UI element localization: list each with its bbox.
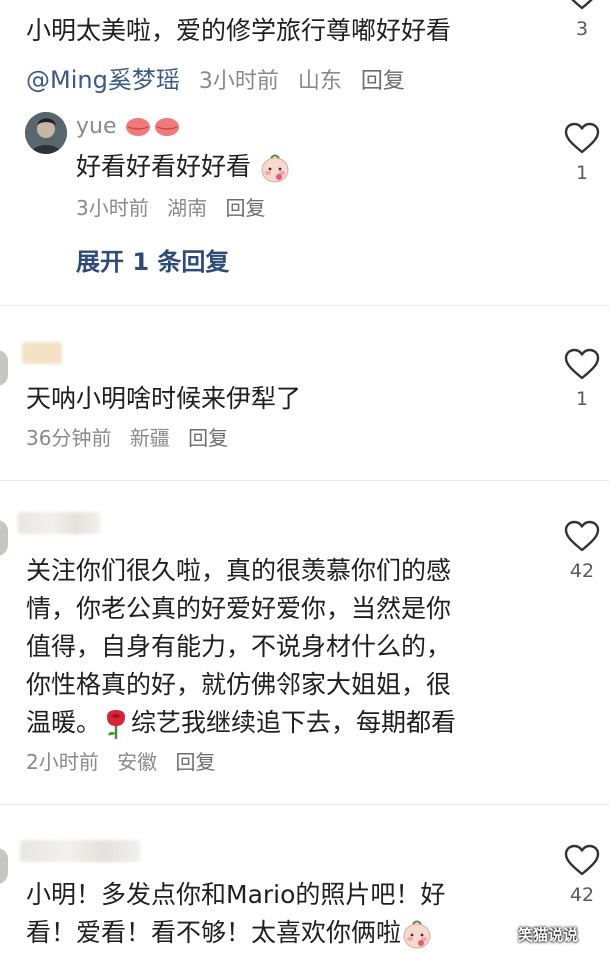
comment-meta: @Ming奚梦瑶 3小时前 山东 回复 — [26, 60, 417, 95]
avatar[interactable] — [25, 112, 67, 154]
like-count: 42 — [569, 560, 595, 582]
rose-emoji-icon — [107, 710, 126, 739]
comment-meta: 36分钟前 新疆 回复 — [26, 422, 240, 451]
like-button[interactable]: 42 — [557, 520, 607, 582]
comment-location: 新疆 — [129, 426, 170, 450]
reply-button[interactable]: 回复 — [225, 196, 265, 220]
author-name[interactable]: yue — [76, 114, 117, 139]
comment-location: 山东 — [297, 69, 342, 94]
comment-text: 小明太美啦，爱的修学旅行尊嘟好好看 — [26, 16, 452, 45]
kiss-lips-icon — [125, 118, 179, 136]
like-button[interactable]: 42 — [557, 844, 607, 906]
expand-replies-button[interactable]: 展开 1 条回复 — [76, 242, 229, 277]
sub-reply-text: 好看好看好好看 — [76, 148, 291, 186]
divider — [0, 305, 609, 306]
comment-line: 温暖。 综艺我继续追下去，每期都看 — [26, 704, 526, 742]
shy-face-emoji-icon — [403, 920, 431, 949]
like-count: 42 — [569, 884, 595, 906]
shy-face-emoji-icon — [261, 154, 289, 183]
sub-reply-meta: 3小时前 湖南 回复 — [76, 192, 277, 221]
comment-line: 关注你们很久啦，真的很羡慕你们的感 — [26, 556, 452, 585]
heart-outline-icon — [564, 348, 600, 380]
divider — [0, 804, 609, 805]
sub-reply-time: 3小时前 — [76, 196, 149, 220]
blurred-username — [18, 512, 100, 534]
sub-reply-author: yue — [76, 114, 182, 139]
avatar[interactable] — [0, 350, 8, 386]
like-count: 1 — [575, 388, 589, 410]
like-count: 3 — [575, 18, 589, 40]
like-button[interactable]: 1 — [557, 122, 607, 184]
comment-time: 2小时前 — [26, 750, 99, 774]
divider — [0, 480, 609, 481]
comment-line: 看！爱看！看不够！太喜欢你俩啦 — [26, 914, 445, 952]
sub-reply-location: 湖南 — [167, 196, 208, 220]
comment-time: 3小时前 — [198, 69, 279, 94]
like-button[interactable]: 1 — [557, 348, 607, 410]
blurred-username — [22, 342, 62, 364]
heart-outline-icon — [564, 122, 600, 154]
mention-link[interactable]: @Ming奚梦瑶 — [26, 66, 180, 94]
comment-line: 你性格真的好，就仿佛邻家大姐姐，很 — [26, 670, 452, 699]
heart-outline-icon — [564, 520, 600, 552]
avatar[interactable] — [0, 848, 8, 884]
comment-text: 小明！多发点你和Mario的照片吧！好 看！爱看！看不够！太喜欢你俩啦 — [26, 876, 445, 952]
comment-text: 天呐小明啥时候来伊犁了 — [26, 384, 302, 413]
comment-line: 情，你老公真的好爱好爱你，当然是你 — [26, 594, 452, 623]
comment-time: 36分钟前 — [26, 426, 112, 450]
blurred-username — [20, 840, 140, 862]
comment-line: 值得，自身有能力，不说身材什么的， — [26, 632, 452, 661]
reply-button[interactable]: 回复 — [188, 426, 228, 450]
like-button[interactable]: 3 — [557, 0, 607, 40]
heart-outline-icon — [564, 844, 600, 876]
reply-button[interactable]: 回复 — [175, 750, 215, 774]
heart-outline-icon — [571, 0, 593, 10]
avatar[interactable] — [0, 520, 8, 556]
comment-location: 安徽 — [117, 750, 158, 774]
like-count: 1 — [575, 162, 589, 184]
comment-line: 小明！多发点你和Mario的照片吧！好 — [26, 880, 446, 909]
reply-button[interactable]: 回复 — [361, 69, 405, 94]
comment-text: 关注你们很久啦，真的很羡慕你们的感 情，你老公真的好爱好爱你，当然是你 值得，自… — [26, 552, 526, 742]
comment-meta: 2小时前 安徽 回复 — [26, 746, 227, 775]
watermark: 笑猫说说 — [518, 926, 579, 944]
